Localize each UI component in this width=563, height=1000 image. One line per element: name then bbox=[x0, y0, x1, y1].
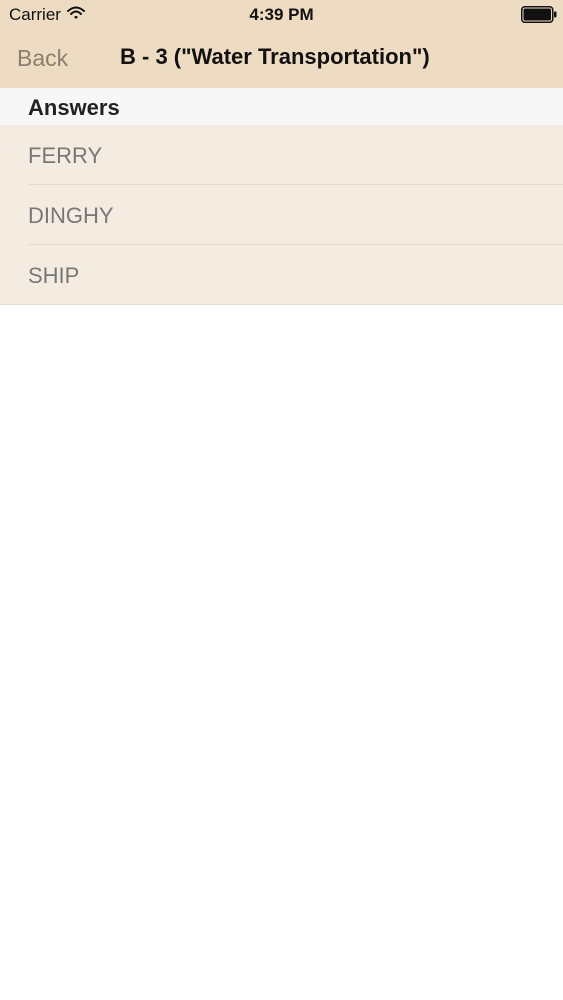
page-title: B - 3 ("Water Transportation") bbox=[120, 44, 430, 69]
header: Carrier 4:39 PM Back B - 3 ("Water Trans… bbox=[0, 0, 563, 88]
section-title: Answers bbox=[28, 95, 120, 120]
answers-list: FERRY DINGHY SHIP bbox=[0, 125, 563, 305]
row-divider bbox=[0, 304, 563, 305]
answer-label: DINGHY bbox=[28, 203, 114, 228]
answer-item-ferry[interactable]: FERRY bbox=[0, 125, 563, 185]
answer-label: FERRY bbox=[28, 143, 103, 168]
answer-item-dinghy[interactable]: DINGHY bbox=[0, 185, 563, 245]
battery-icon bbox=[521, 6, 557, 23]
answers-section-header: Answers bbox=[0, 88, 563, 125]
answer-item-ship[interactable]: SHIP bbox=[0, 245, 563, 305]
status-bar: Carrier 4:39 PM bbox=[0, 0, 563, 30]
navigation-bar: Back B - 3 ("Water Transportation") bbox=[0, 30, 563, 88]
back-button[interactable]: Back bbox=[17, 44, 68, 72]
answer-label: SHIP bbox=[28, 263, 80, 288]
status-time: 4:39 PM bbox=[249, 5, 314, 24]
